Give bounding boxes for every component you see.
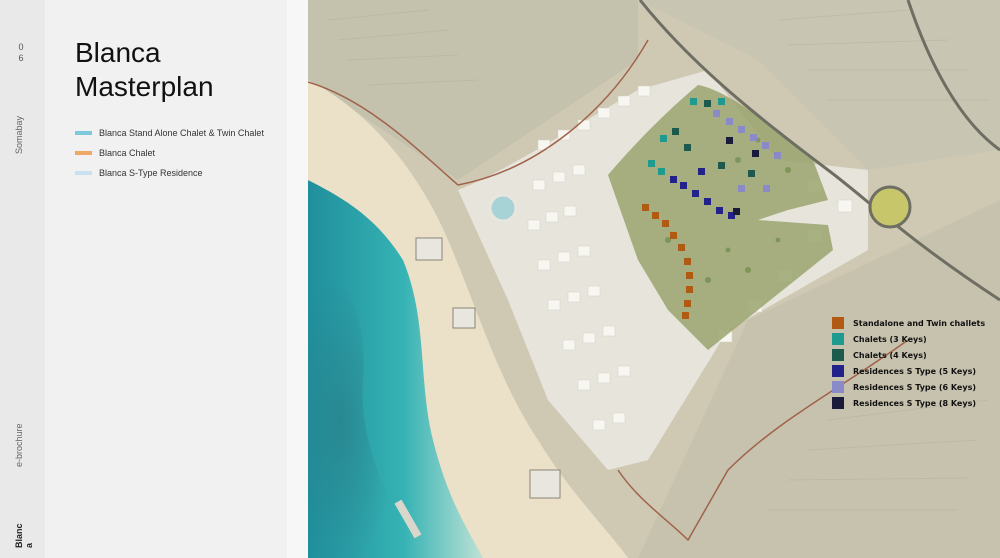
map-unit-legend: Standalone and Twin challets Chalets (3 K… bbox=[832, 315, 985, 411]
map-legend-swatch bbox=[832, 381, 844, 393]
map-legend-item: Residences S Type (6 Keys) bbox=[832, 379, 985, 395]
map-legend-label: Chalets (3 Keys) bbox=[853, 334, 927, 344]
unit-type-legend: Blanca Stand Alone Chalet & Twin Chalet B… bbox=[75, 123, 264, 183]
map-legend-item: Chalets (4 Keys) bbox=[832, 347, 985, 363]
map-legend-label: Residences S Type (5 Keys) bbox=[853, 366, 976, 376]
legend-item: Blanca S-Type Residence bbox=[75, 163, 264, 183]
map-legend-swatch bbox=[832, 365, 844, 377]
page-title: Blanca Masterplan bbox=[75, 37, 214, 102]
legend-swatch bbox=[75, 131, 92, 135]
map-legend-item: Residences S Type (5 Keys) bbox=[832, 363, 985, 379]
legend-item: Blanca Chalet bbox=[75, 143, 264, 163]
brochure-page: 0 6 Somabay e-brochure Blanc a Blanca Ma… bbox=[0, 0, 1000, 558]
map-legend-swatch bbox=[832, 349, 844, 361]
map-legend-label: Residences S Type (8 Keys) bbox=[853, 398, 976, 408]
legend-item: Blanca Stand Alone Chalet & Twin Chalet bbox=[75, 123, 264, 143]
info-panel: Blanca Masterplan Blanca Stand Alone Cha… bbox=[45, 0, 287, 558]
section-label[interactable]: e-brochure bbox=[14, 423, 24, 467]
legend-label: Blanca Chalet bbox=[99, 148, 156, 158]
page-number: 0 6 bbox=[18, 42, 26, 63]
map-legend-label: Chalets (4 Keys) bbox=[853, 350, 927, 360]
map-legend-label: Standalone and Twin challets bbox=[853, 318, 986, 328]
panel-divider bbox=[287, 0, 308, 558]
map-legend-item: Chalets (3 Keys) bbox=[832, 331, 985, 347]
current-section-label[interactable]: Blanc a bbox=[14, 523, 34, 548]
legend-swatch bbox=[75, 151, 92, 155]
masterplan-aerial-illustration bbox=[308, 0, 1000, 558]
brand-label[interactable]: Somabay bbox=[14, 116, 24, 154]
legend-label: Blanca Stand Alone Chalet & Twin Chalet bbox=[99, 128, 264, 138]
map-legend-item: Residences S Type (8 Keys) bbox=[832, 395, 985, 411]
map-legend-swatch bbox=[832, 317, 844, 329]
map-legend-label: Residences S Type (6 Keys) bbox=[853, 382, 976, 392]
map-legend-swatch bbox=[832, 333, 844, 345]
legend-swatch bbox=[75, 171, 92, 175]
map-legend-item: Standalone and Twin challets bbox=[832, 315, 985, 331]
legend-label: Blanca S-Type Residence bbox=[99, 168, 203, 178]
map-legend-swatch bbox=[832, 397, 844, 409]
masterplan-map[interactable]: Standalone and Twin challets Chalets (3 K… bbox=[308, 0, 1000, 558]
side-strip: 0 6 Somabay e-brochure Blanc a bbox=[0, 0, 45, 558]
